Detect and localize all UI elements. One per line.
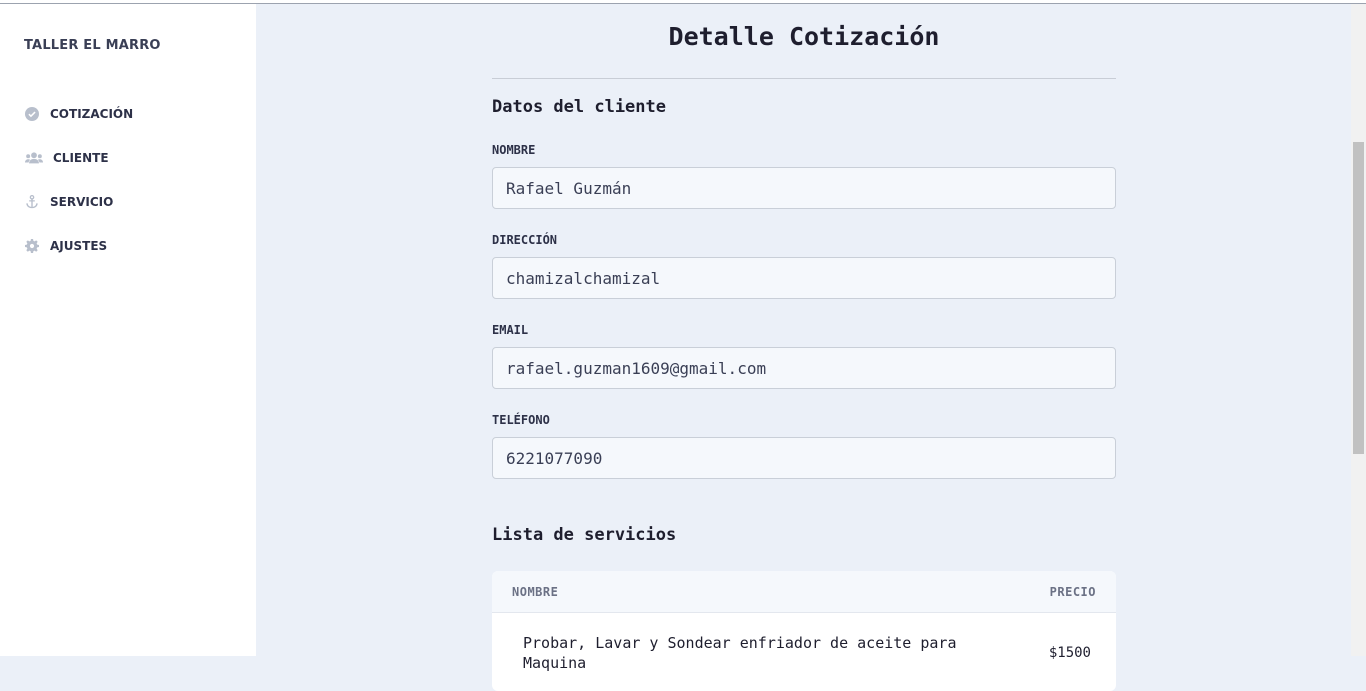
brand-title: TALLER EL MARRO bbox=[24, 38, 161, 53]
window-top-border bbox=[0, 0, 1366, 4]
phone-label: TELÉFONO bbox=[492, 413, 550, 427]
column-header-price: PRECIO bbox=[1049, 584, 1096, 599]
sidebar: TALLER EL MARRO COTIZACIÓN CLIENTE SERVI… bbox=[0, 4, 256, 656]
email-label: EMAIL bbox=[492, 323, 529, 337]
table-header: NOMBRE PRECIO bbox=[492, 571, 1116, 613]
sidebar-item-ajustes[interactable]: AJUSTES bbox=[24, 224, 133, 268]
name-label: NOMBRE bbox=[492, 143, 536, 157]
page-title: Detalle Cotización bbox=[668, 22, 940, 51]
sidebar-item-label: CLIENTE bbox=[53, 151, 109, 165]
check-circle-icon bbox=[24, 106, 40, 122]
column-header-name: NOMBRE bbox=[512, 584, 559, 599]
sidebar-item-cliente[interactable]: CLIENTE bbox=[24, 136, 133, 180]
main-content: Detalle Cotización Datos del cliente NOM… bbox=[256, 4, 1351, 691]
sidebar-item-cotizacion[interactable]: COTIZACIÓN bbox=[24, 92, 133, 136]
table-row[interactable]: Probar, Lavar y Sondear enfriador de ace… bbox=[492, 613, 1116, 673]
service-name: Probar, Lavar y Sondear enfriador de ace… bbox=[523, 634, 957, 672]
sidebar-item-label: SERVICIO bbox=[50, 195, 114, 209]
vertical-scrollbar[interactable] bbox=[1351, 4, 1366, 656]
sidebar-nav: COTIZACIÓN CLIENTE SERVICIO AJUSTES bbox=[24, 92, 133, 268]
client-section-title: Datos del cliente bbox=[492, 97, 666, 117]
sidebar-item-label: COTIZACIÓN bbox=[50, 107, 134, 121]
title-divider bbox=[492, 78, 1116, 79]
phone-field[interactable] bbox=[492, 437, 1116, 479]
services-table: NOMBRE PRECIO Probar, Lavar y Sondear en… bbox=[492, 571, 1116, 691]
address-field[interactable] bbox=[492, 257, 1116, 299]
gear-icon bbox=[24, 238, 40, 254]
service-price: $1500 bbox=[1048, 645, 1091, 661]
address-label: DIRECCIÓN bbox=[492, 233, 558, 247]
users-icon bbox=[24, 150, 44, 166]
services-section-title: Lista de servicios bbox=[492, 525, 677, 545]
name-field[interactable] bbox=[492, 167, 1116, 209]
scrollbar-thumb[interactable] bbox=[1353, 142, 1364, 454]
anchor-icon bbox=[24, 194, 40, 210]
email-field[interactable] bbox=[492, 347, 1116, 389]
sidebar-item-servicio[interactable]: SERVICIO bbox=[24, 180, 133, 224]
sidebar-item-label: AJUSTES bbox=[50, 239, 108, 253]
